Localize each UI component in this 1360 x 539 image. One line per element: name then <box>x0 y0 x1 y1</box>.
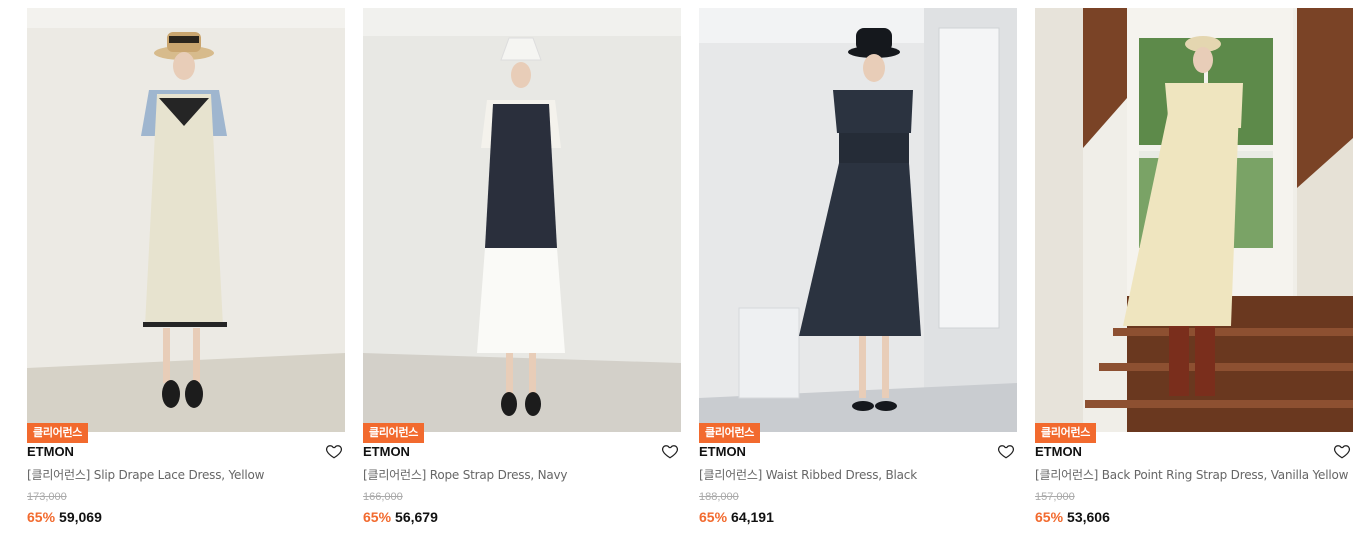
original-price: 173,000 <box>27 491 67 503</box>
clearance-badge: 클리어런스 <box>27 423 89 443</box>
original-price: 188,000 <box>699 491 739 503</box>
sale-price: 64,191 <box>731 509 774 525</box>
clearance-badge: 클리어런스 <box>363 423 425 443</box>
heart-icon[interactable] <box>1333 442 1351 460</box>
brand-name[interactable]: ETMON <box>363 444 681 460</box>
product-info: ETMON [클리어런스] Back Point Ring Strap Dres… <box>1035 444 1353 526</box>
brand-name[interactable]: ETMON <box>27 444 345 460</box>
heart-icon[interactable] <box>997 442 1015 460</box>
sale-price: 53,606 <box>1067 509 1110 525</box>
product-info: ETMON [클리어런스] Slip Drape Lace Dress, Yel… <box>27 444 345 526</box>
product-name[interactable]: [클리어런스] Slip Drape Lace Dress, Yellow <box>27 467 345 483</box>
original-price: 166,000 <box>363 491 403 503</box>
discount-rate: 65% <box>1035 509 1064 525</box>
product-name[interactable]: [클리어런스] Back Point Ring Strap Dress, Van… <box>1035 467 1353 483</box>
product-image[interactable] <box>363 8 681 432</box>
product-image[interactable] <box>1035 8 1353 432</box>
brand-name[interactable]: ETMON <box>1035 444 1353 460</box>
product-card[interactable]: 클리어런스 ETMON [클리어런스] Waist Ribbed Dress, … <box>699 8 1017 526</box>
price-row: 65% 59,069 <box>27 508 345 526</box>
discount-rate: 65% <box>27 509 56 525</box>
discount-rate: 65% <box>699 509 728 525</box>
product-name[interactable]: [클리어런스] Rope Strap Dress, Navy <box>363 467 681 483</box>
product-card[interactable]: 클리어런스 ETMON [클리어런스] Slip Drape Lace Dres… <box>27 8 345 526</box>
product-info: ETMON [클리어런스] Waist Ribbed Dress, Black … <box>699 444 1017 526</box>
brand-name[interactable]: ETMON <box>699 444 1017 460</box>
product-info: ETMON [클리어런스] Rope Strap Dress, Navy 166… <box>363 444 681 526</box>
discount-rate: 65% <box>363 509 392 525</box>
clearance-badge: 클리어런스 <box>1035 423 1097 443</box>
sale-price: 59,069 <box>59 509 102 525</box>
sale-price: 56,679 <box>395 509 438 525</box>
original-price: 157,000 <box>1035 491 1075 503</box>
product-image[interactable] <box>27 8 345 432</box>
product-card[interactable]: 클리어런스 ETMON [클리어런스] Rope Strap Dress, Na… <box>363 8 681 526</box>
clearance-badge: 클리어런스 <box>699 423 761 443</box>
heart-icon[interactable] <box>661 442 679 460</box>
price-row: 65% 64,191 <box>699 508 1017 526</box>
price-row: 65% 53,606 <box>1035 508 1353 526</box>
product-card[interactable]: 클리어런스 ETMON [클리어런스] Back Point Ring Stra… <box>1035 8 1353 526</box>
product-name[interactable]: [클리어런스] Waist Ribbed Dress, Black <box>699 467 1017 483</box>
product-grid: 클리어런스 ETMON [클리어런스] Slip Drape Lace Dres… <box>0 0 1360 539</box>
heart-icon[interactable] <box>325 442 343 460</box>
price-row: 65% 56,679 <box>363 508 681 526</box>
product-image[interactable] <box>699 8 1017 432</box>
